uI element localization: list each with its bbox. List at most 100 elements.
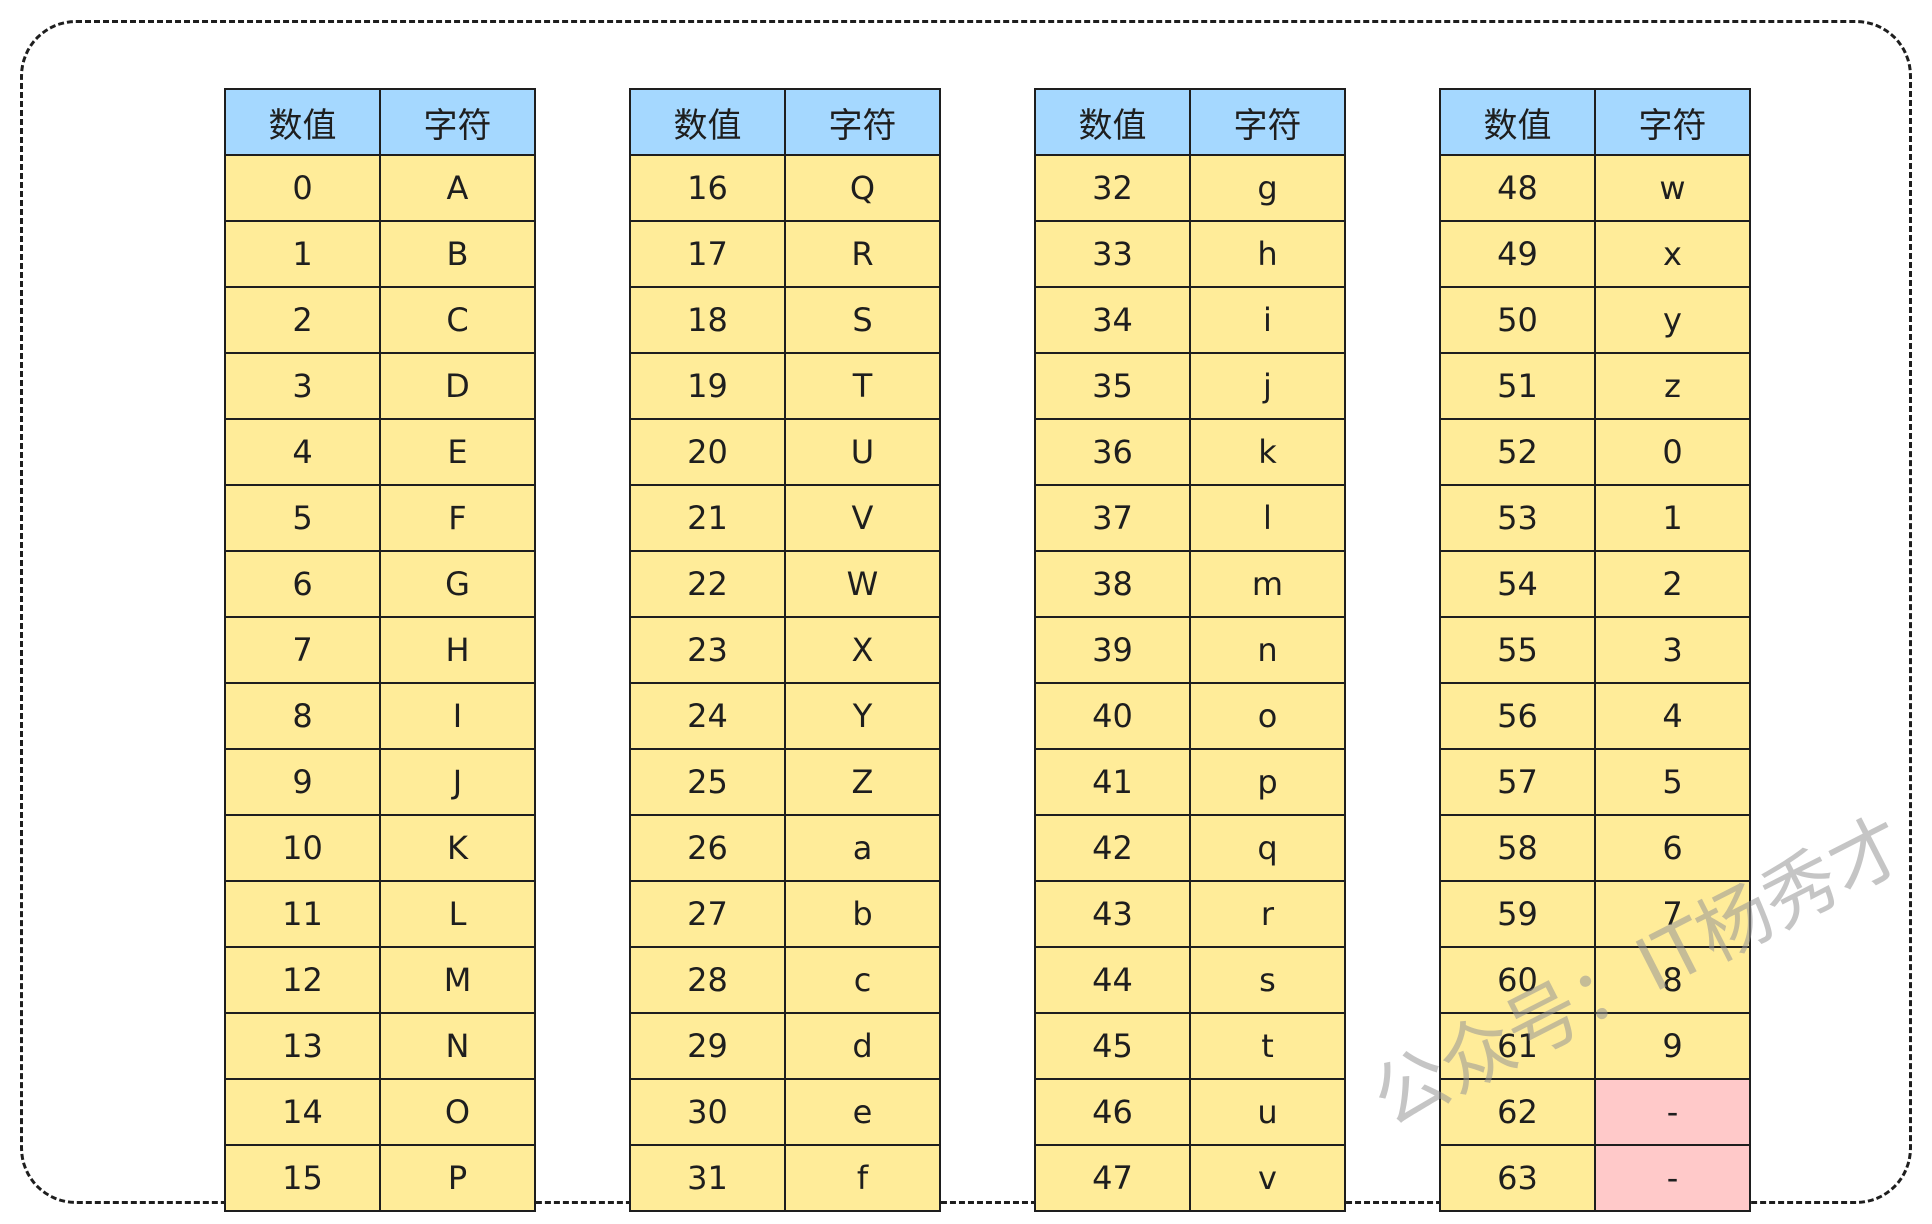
char-cell: 5	[1594, 748, 1751, 816]
value-cell: 58	[1439, 814, 1596, 882]
value-cell: 53	[1439, 484, 1596, 552]
value-cell: 0	[224, 154, 381, 222]
value-cell: 24	[629, 682, 786, 750]
value-cell: 48	[1439, 154, 1596, 222]
value-cell: 54	[1439, 550, 1596, 618]
char-cell: K	[379, 814, 536, 882]
header-char: 字符	[1594, 88, 1751, 156]
table-row: 1B	[224, 220, 536, 288]
value-cell: 30	[629, 1078, 786, 1146]
char-cell: 3	[1594, 616, 1751, 684]
table-row: 13 N	[224, 1012, 536, 1080]
value-cell: 11	[224, 880, 381, 948]
table-row: 48 w	[1439, 154, 1751, 222]
table-row: 24 Y	[629, 682, 941, 750]
char-cell: W	[784, 550, 941, 618]
value-cell: 16	[629, 154, 786, 222]
table-row: 21 V	[629, 484, 941, 552]
value-cell: 15	[224, 1144, 381, 1212]
char-cell: S	[784, 286, 941, 354]
char-cell: A	[379, 154, 536, 222]
table-row: 20 U	[629, 418, 941, 486]
table-row: 40 o	[1034, 682, 1346, 750]
table-row: 23 X	[629, 616, 941, 684]
value-cell: 5	[224, 484, 381, 552]
char-cell: l	[1189, 484, 1346, 552]
char-cell: O	[379, 1078, 536, 1146]
char-cell: i	[1189, 286, 1346, 354]
char-cell: j	[1189, 352, 1346, 420]
value-cell: 35	[1034, 352, 1191, 420]
char-cell: J	[379, 748, 536, 816]
header-char: 字符	[1189, 88, 1346, 156]
value-cell: 55	[1439, 616, 1596, 684]
table-row: 60 8	[1439, 946, 1751, 1014]
value-cell: 6	[224, 550, 381, 618]
table-row: 37 l	[1034, 484, 1346, 552]
value-cell: 51	[1439, 352, 1596, 420]
value-cell: 32	[1034, 154, 1191, 222]
value-cell: 52	[1439, 418, 1596, 486]
char-cell: t	[1189, 1012, 1346, 1080]
value-cell: 31	[629, 1144, 786, 1212]
char-cell: V	[784, 484, 941, 552]
mapping-table-2: 数值 字符 16 Q 17 R 18 S 19 T 20 U 21 V 22 W 23 X 24 Y 25 Z 26 a 27 b…	[629, 88, 941, 1212]
char-cell: F	[379, 484, 536, 552]
table-row: 7H	[224, 616, 536, 684]
char-cell: s	[1189, 946, 1346, 1014]
char-cell: 1	[1594, 484, 1751, 552]
table-row: 57 5	[1439, 748, 1751, 816]
table-row: 15 P	[224, 1144, 536, 1212]
table-row: 46 u	[1034, 1078, 1346, 1146]
table-row: 34 i	[1034, 286, 1346, 354]
table-row: 8I	[224, 682, 536, 750]
char-cell: I	[379, 682, 536, 750]
value-cell: 10	[224, 814, 381, 882]
header-value: 数值	[224, 88, 381, 156]
value-cell: 38	[1034, 550, 1191, 618]
value-cell: 17	[629, 220, 786, 288]
char-cell: d	[784, 1012, 941, 1080]
value-cell: 1	[224, 220, 381, 288]
table-row: 41 p	[1034, 748, 1346, 816]
value-cell: 2	[224, 286, 381, 354]
value-cell: 44	[1034, 946, 1191, 1014]
value-cell: 19	[629, 352, 786, 420]
value-cell: 18	[629, 286, 786, 354]
char-cell: U	[784, 418, 941, 486]
value-cell: 27	[629, 880, 786, 948]
table-row: 50 y	[1439, 286, 1751, 354]
value-cell: 7	[224, 616, 381, 684]
value-cell: 3	[224, 352, 381, 420]
table-row: 32 g	[1034, 154, 1346, 222]
value-cell: 46	[1034, 1078, 1191, 1146]
header-value: 数值	[1439, 88, 1596, 156]
char-cell: 7	[1594, 880, 1751, 948]
table-row: 17 R	[629, 220, 941, 288]
value-cell: 9	[224, 748, 381, 816]
table-row: 25 Z	[629, 748, 941, 816]
table-row: 52 0	[1439, 418, 1751, 486]
char-cell: w	[1594, 154, 1751, 222]
value-cell: 45	[1034, 1012, 1191, 1080]
char-cell: 6	[1594, 814, 1751, 882]
value-cell: 61	[1439, 1012, 1596, 1080]
table-row: 51 z	[1439, 352, 1751, 420]
value-cell: 13	[224, 1012, 381, 1080]
table-row: 44 s	[1034, 946, 1346, 1014]
char-cell: C	[379, 286, 536, 354]
table-row: 38 m	[1034, 550, 1346, 618]
value-cell: 33	[1034, 220, 1191, 288]
value-cell: 29	[629, 1012, 786, 1080]
table-row: 6G	[224, 550, 536, 618]
mapping-table-3: 数值 字符 32 g 33 h 34 i 35 j 36 k 37 l 38 m 39 n 40 o 41 p 42 q 43 r…	[1034, 88, 1346, 1212]
char-cell: E	[379, 418, 536, 486]
char-cell: g	[1189, 154, 1346, 222]
table-row: 53 1	[1439, 484, 1751, 552]
header-value: 数值	[1034, 88, 1191, 156]
char-cell: z	[1594, 352, 1751, 420]
char-cell: n	[1189, 616, 1346, 684]
value-cell: 41	[1034, 748, 1191, 816]
value-cell: 47	[1034, 1144, 1191, 1212]
table-row: 4E	[224, 418, 536, 486]
